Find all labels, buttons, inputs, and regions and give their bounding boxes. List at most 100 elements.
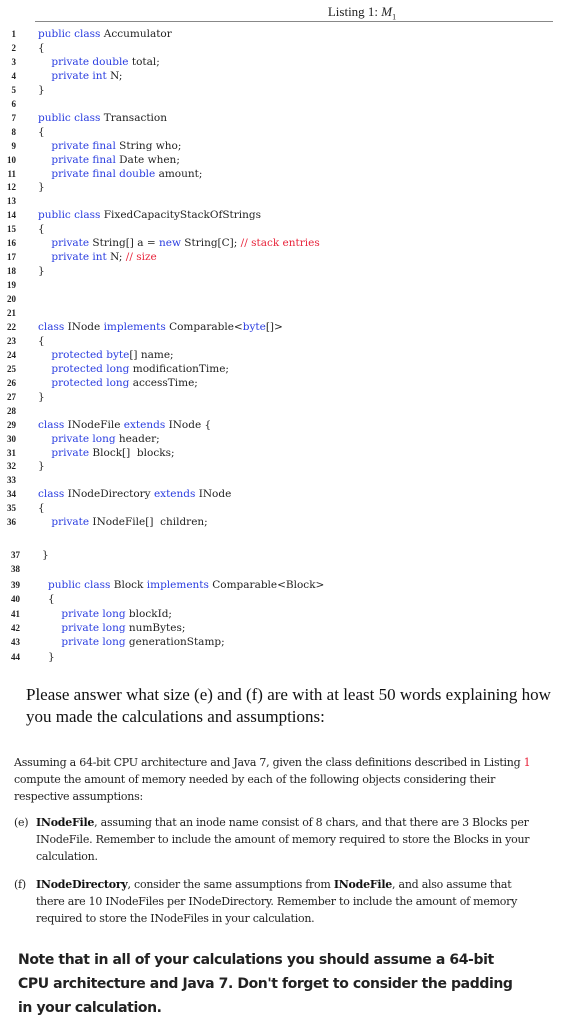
line-number: 41	[11, 609, 20, 619]
code-keyword: private final	[38, 153, 120, 166]
line-number: 4	[11, 70, 17, 81]
code-text: private INodeFile[] children;	[38, 515, 207, 529]
listing-caption-symbol: M1	[381, 4, 397, 22]
line-number: 40	[11, 594, 20, 604]
code-token: Block	[113, 579, 147, 591]
code-token: INode	[67, 320, 104, 333]
line-number: 2	[11, 42, 17, 53]
code-text: protected long accessTime;	[38, 376, 197, 390]
line-number: 16	[7, 238, 16, 249]
code-text: private int N; // size	[38, 250, 157, 264]
code-text: }	[38, 180, 45, 194]
code-text: private long generationStamp;	[48, 635, 225, 649]
code-token: }	[38, 181, 45, 194]
note-paragraph: Note that in all of your calculations yo…	[18, 952, 513, 1016]
code-keyword: public class	[38, 111, 104, 124]
code-text: {	[38, 222, 45, 236]
code-keyword: public class	[48, 579, 114, 591]
code-token: }	[38, 390, 45, 403]
code-text: private Block[] blocks;	[38, 446, 174, 460]
code-keyword: private	[38, 516, 93, 529]
listing-caption: Listing 1: M1	[0, 4, 574, 22]
line-number: 35	[7, 503, 16, 514]
line-number: 6	[11, 98, 17, 109]
line-number: 32	[7, 461, 16, 472]
line-number: 1	[11, 29, 17, 39]
line-number: 21	[7, 308, 16, 318]
code-text: }	[38, 264, 45, 278]
code-token: generationStamp;	[128, 636, 225, 648]
line-number: 38	[11, 564, 20, 574]
code-text: public class Transaction	[38, 111, 167, 125]
code-keyword: private long	[38, 432, 119, 445]
line-number: 39	[11, 580, 20, 590]
code-text: {	[48, 592, 55, 606]
code-keyword: class	[38, 488, 68, 501]
code-text: public class Accumulator	[38, 27, 172, 41]
code-token: total;	[131, 55, 160, 68]
code-token: {	[38, 334, 45, 347]
code-token: {	[38, 125, 45, 138]
code-text: public class Block implements Comparable…	[48, 578, 324, 592]
code-keyword: public class	[38, 209, 104, 222]
code-text: private final String who;	[38, 139, 181, 153]
code-token: {	[38, 41, 45, 54]
code-text: private long numBytes;	[48, 621, 185, 635]
line-number: 8	[11, 126, 17, 137]
code-text: private int N;	[38, 69, 122, 83]
code-token: {	[38, 223, 45, 236]
code-keyword: class	[38, 418, 68, 431]
item-body: INodeFile, assuming that an inode name c…	[36, 816, 530, 863]
code-keyword: extends	[123, 418, 169, 431]
code-token: Accumulator	[103, 28, 172, 40]
code-text: }	[48, 650, 55, 664]
line-number: 19	[7, 280, 16, 291]
code-token: numBytes;	[128, 622, 186, 634]
code-keyword: protected byte	[38, 348, 130, 361]
code-token: FixedCapacityStackOfStrings	[103, 209, 262, 222]
code-token: N;	[110, 69, 123, 82]
listing-reference-link[interactable]: 1	[524, 756, 531, 769]
code-text: class INodeDirectory extends INode	[38, 487, 231, 501]
code-comment: // size	[125, 251, 157, 264]
item-marker: (e)	[14, 816, 29, 829]
code-token: [] name;	[129, 348, 174, 361]
code-keyword: private int	[38, 251, 111, 264]
code-keyword: new	[158, 237, 185, 250]
line-number: 18	[7, 266, 16, 277]
code-text: class INodeFile extends INode {	[38, 418, 211, 432]
line-number: 13	[7, 196, 16, 207]
item-body: INodeDirectory, consider the same assump…	[36, 878, 518, 925]
line-number: 15	[7, 224, 16, 235]
line-number: 44	[11, 652, 20, 662]
line-number: 24	[7, 349, 16, 360]
code-token: INodeFile	[67, 418, 124, 431]
line-number: 12	[7, 182, 16, 193]
line-number: 10	[7, 154, 16, 165]
code-text: }	[38, 83, 45, 97]
line-number: 7	[11, 112, 17, 123]
line-number: 29	[7, 419, 16, 430]
code-keyword: protected long	[38, 376, 133, 389]
code-text: {	[38, 334, 45, 348]
code-keyword: private final double	[38, 167, 159, 180]
code-keyword: public class	[38, 28, 104, 40]
code-token: String[] a =	[92, 237, 159, 250]
line-number: 3	[11, 56, 17, 67]
code-keyword: private	[38, 237, 93, 250]
code-keyword: byte	[242, 320, 266, 333]
code-text: private final double amount;	[38, 167, 202, 181]
code-keyword: private long	[48, 622, 129, 634]
code-keyword: private long	[48, 636, 129, 648]
line-number: 26	[7, 377, 16, 388]
line-number: 33	[7, 475, 16, 486]
line-number: 42	[11, 623, 20, 633]
code-text: {	[38, 41, 45, 55]
line-number: 30	[7, 433, 16, 444]
code-token: blockId;	[128, 608, 172, 620]
question-prompt: Please answer what size (e) and (f) are …	[26, 685, 551, 726]
code-token: Comparable<	[169, 320, 243, 333]
line-number: 34	[7, 489, 16, 500]
code-text: {	[38, 501, 45, 515]
code-token: }	[38, 265, 45, 278]
